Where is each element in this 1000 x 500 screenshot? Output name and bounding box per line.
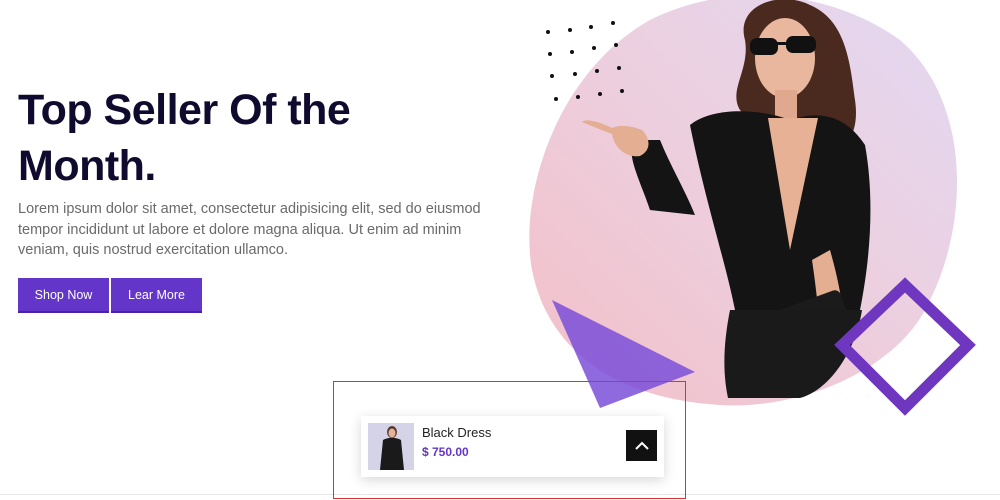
scroll-to-top-button[interactable] [626, 430, 657, 461]
learn-more-button[interactable]: Lear More [111, 278, 202, 311]
chevron-up-icon [634, 441, 649, 450]
product-price: $ 750.00 [422, 445, 469, 459]
shop-now-button[interactable]: Shop Now [18, 278, 109, 311]
product-card[interactable]: Black Dress $ 750.00 [361, 416, 664, 477]
hero-title: Top Seller Of the Month. [18, 86, 351, 190]
product-name[interactable]: Black Dress [422, 425, 491, 440]
product-thumbnail[interactable] [368, 423, 414, 470]
hero-description: Lorem ipsum dolor sit amet, consectetur … [18, 201, 481, 258]
